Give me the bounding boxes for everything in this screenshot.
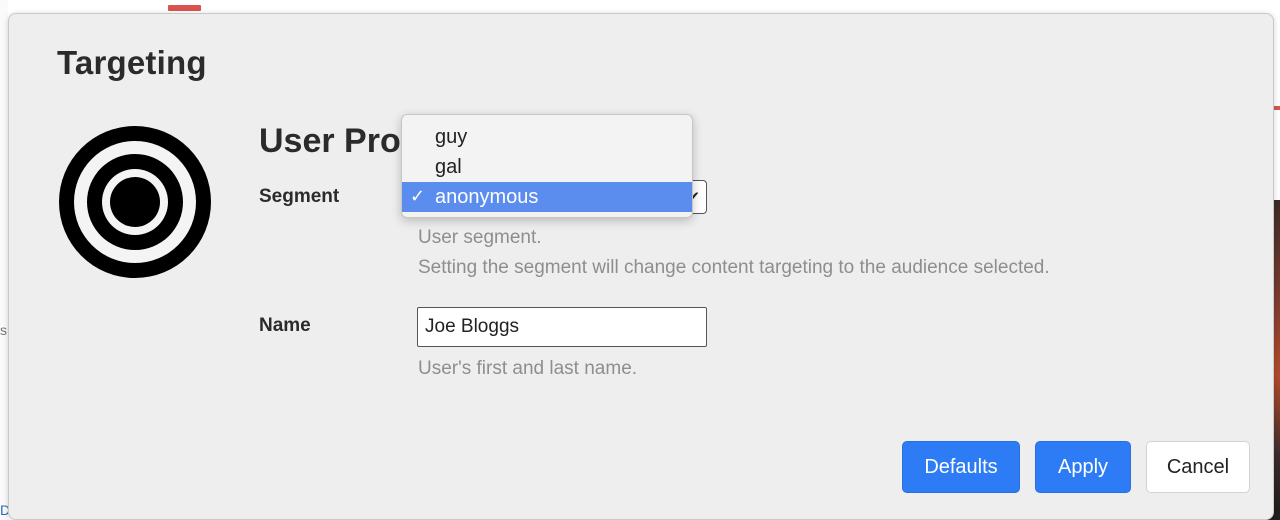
segment-dropdown-menu: guy gal ✓ anonymous: [401, 114, 693, 218]
dialog-title: Targeting: [57, 44, 207, 81]
segment-help: User segment. Setting the segment will c…: [418, 223, 1050, 283]
name-help: User's first and last name.: [418, 358, 638, 379]
option-label: guy: [435, 126, 468, 148]
target-icon: [59, 126, 211, 278]
segment-label: Segment: [259, 186, 340, 207]
section-title: User Pro: [259, 122, 401, 160]
name-input[interactable]: [417, 307, 707, 347]
option-label: anonymous: [435, 186, 539, 208]
option-label: gal: [435, 156, 462, 178]
segment-help-line1: User segment.: [418, 227, 542, 248]
segment-option-anonymous[interactable]: ✓ anonymous: [402, 182, 692, 212]
name-label: Name: [259, 315, 311, 336]
apply-button[interactable]: Apply: [1035, 441, 1131, 493]
background-app-edge: [0, 0, 8, 520]
background-red-marker: [168, 5, 201, 11]
targeting-dialog: Targeting User Pro Segment ✔ User segmen…: [8, 13, 1274, 520]
segment-help-line2: Setting the segment will change content …: [418, 257, 1050, 278]
checkmark-icon: ✓: [410, 186, 426, 207]
segment-option-guy[interactable]: guy: [402, 122, 692, 152]
cancel-button[interactable]: Cancel: [1146, 441, 1250, 493]
segment-option-gal[interactable]: gal: [402, 152, 692, 182]
defaults-button[interactable]: Defaults: [902, 441, 1020, 493]
background-text-fragment: s: [0, 322, 7, 338]
